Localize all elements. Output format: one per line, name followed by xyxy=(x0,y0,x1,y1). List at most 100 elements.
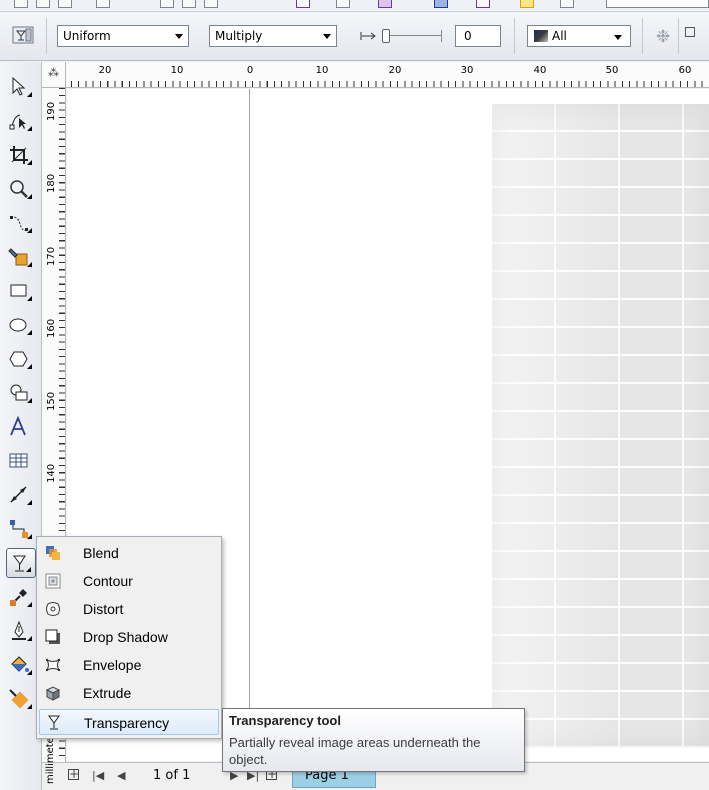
ruler-label: 140 xyxy=(46,463,57,483)
separator xyxy=(678,18,679,54)
fill-target-icon xyxy=(534,30,548,42)
flyout-item-label: Transparency xyxy=(84,715,170,731)
interactive-fill-tool[interactable] xyxy=(6,684,36,714)
zoom-level-field[interactable] xyxy=(606,0,709,8)
ruler-ticks xyxy=(42,81,709,87)
text-a-icon xyxy=(10,415,26,436)
basic-shapes-tool[interactable] xyxy=(6,378,36,408)
rectangle-tool[interactable] xyxy=(6,276,36,306)
text-tool[interactable] xyxy=(6,412,36,442)
flyout-item-contour[interactable]: Contour xyxy=(39,568,219,594)
transparency-icon xyxy=(48,715,60,730)
fill-tool[interactable] xyxy=(6,650,36,680)
page-border-guide xyxy=(249,89,250,761)
flyout-item-extrude[interactable]: Extrude xyxy=(39,680,219,706)
connector-tool[interactable] xyxy=(6,514,36,544)
drop-shadow-icon xyxy=(45,629,60,644)
flyout-item-label: Contour xyxy=(83,573,133,589)
separator xyxy=(46,18,47,54)
effects-flyout-menu: Blend Contour Distort Drop Shadow Envelo… xyxy=(36,536,222,739)
save-icon[interactable] xyxy=(58,0,72,8)
previous-page-icon[interactable]: ◀ xyxy=(117,769,125,782)
extrude-icon xyxy=(45,686,61,701)
freehand-tool[interactable] xyxy=(6,208,36,238)
property-bar: Uniform Multiply 0 All ❉ xyxy=(0,12,709,61)
welcome-screen-icon[interactable] xyxy=(476,0,490,8)
ruler-origin-icon: ⁂ xyxy=(48,66,59,79)
transparency-slider-thumb[interactable] xyxy=(382,29,390,43)
export-icon[interactable] xyxy=(336,0,350,8)
ruler-label: 180 xyxy=(46,173,57,193)
transparency-type-value: Uniform xyxy=(63,29,111,43)
transparency-slider-track[interactable] xyxy=(384,35,442,36)
blend-icon xyxy=(46,546,60,560)
flyout-item-envelope[interactable]: Envelope xyxy=(39,652,219,678)
ruler-label: 20 xyxy=(388,65,402,76)
ruler-label: 150 xyxy=(46,391,57,411)
tooltip-description: Partially reveal image areas underneath … xyxy=(229,735,481,767)
ruler-label: 0 xyxy=(246,65,254,76)
transparency-tool[interactable] xyxy=(6,548,36,578)
merge-mode-dropdown[interactable]: Multiply xyxy=(209,25,337,47)
ruler-label: 20 xyxy=(98,65,112,76)
snap-to-icon[interactable] xyxy=(520,0,534,8)
separator xyxy=(642,18,643,54)
transparency-type-dropdown[interactable]: Uniform xyxy=(57,25,189,47)
first-page-icon[interactable]: |◀ xyxy=(92,769,104,782)
table-icon xyxy=(9,453,28,468)
parallel-dimension-tool[interactable] xyxy=(6,480,36,510)
print-icon[interactable] xyxy=(96,0,110,8)
ruler-label: 60 xyxy=(678,65,692,76)
contour-icon xyxy=(45,573,61,589)
freeze-transparency-icon[interactable]: ❉ xyxy=(654,28,672,46)
coreldraw-window: Uniform Multiply 0 All ❉ 20 10 0 10 20 3… xyxy=(0,0,709,790)
add-page-before-icon[interactable]: + xyxy=(68,768,79,780)
standard-toolbar xyxy=(0,0,709,12)
flyout-item-label: Drop Shadow xyxy=(83,629,168,645)
ruler-label: 170 xyxy=(46,246,57,266)
flyout-item-transparency[interactable]: Transparency xyxy=(39,709,219,735)
ruler-label: 50 xyxy=(605,65,619,76)
table-tool[interactable] xyxy=(6,446,36,476)
smart-fill-tool[interactable] xyxy=(6,242,36,272)
flyout-item-label: Blend xyxy=(83,545,119,561)
options-icon[interactable] xyxy=(560,0,574,8)
paste-icon[interactable] xyxy=(204,0,218,8)
cut-icon[interactable] xyxy=(160,0,174,8)
polygon-tool[interactable] xyxy=(6,344,36,374)
copy-transparency-icon[interactable] xyxy=(685,27,695,37)
brick-wall-image[interactable] xyxy=(492,104,709,748)
merge-mode-value: Multiply xyxy=(215,29,263,43)
ruler-label: 160 xyxy=(46,318,57,338)
slider-end-mark xyxy=(441,30,442,42)
corel-connect-icon[interactable] xyxy=(434,0,448,8)
ruler-origin-corner[interactable]: ⁂ xyxy=(42,62,66,88)
flyout-item-drop-shadow[interactable]: Drop Shadow xyxy=(39,624,219,650)
pick-tool[interactable] xyxy=(6,72,36,102)
separator xyxy=(514,18,515,54)
zoom-tool[interactable] xyxy=(6,174,36,204)
transparency-target-dropdown[interactable]: All xyxy=(527,25,631,47)
ellipse-tool[interactable] xyxy=(6,310,36,340)
ruler-label: 10 xyxy=(170,65,184,76)
application-launcher-icon[interactable] xyxy=(378,0,392,8)
flyout-item-distort[interactable]: Distort xyxy=(39,596,219,622)
import-icon[interactable] xyxy=(296,0,310,8)
envelope-icon xyxy=(45,658,61,672)
outline-pen-tool[interactable] xyxy=(6,616,36,646)
horizontal-ruler[interactable]: 20 10 0 10 20 30 40 50 60 xyxy=(42,62,709,88)
shape-tool[interactable] xyxy=(6,106,36,136)
new-icon[interactable] xyxy=(14,0,28,8)
flyout-item-label: Distort xyxy=(83,601,124,617)
ruler-label: 10 xyxy=(315,65,329,76)
tooltip-title: Transparency tool xyxy=(229,713,341,728)
flyout-item-blend[interactable]: Blend xyxy=(39,540,219,566)
crop-tool[interactable] xyxy=(6,140,36,170)
flyout-item-label: Extrude xyxy=(83,685,132,701)
transparency-tool-icon xyxy=(12,25,36,47)
units-label: millimeters xyxy=(44,728,64,786)
open-icon[interactable] xyxy=(36,0,50,8)
color-eyedropper-tool[interactable] xyxy=(6,582,36,612)
copy-icon[interactable] xyxy=(182,0,196,8)
transparency-value-field[interactable]: 0 xyxy=(455,25,501,47)
